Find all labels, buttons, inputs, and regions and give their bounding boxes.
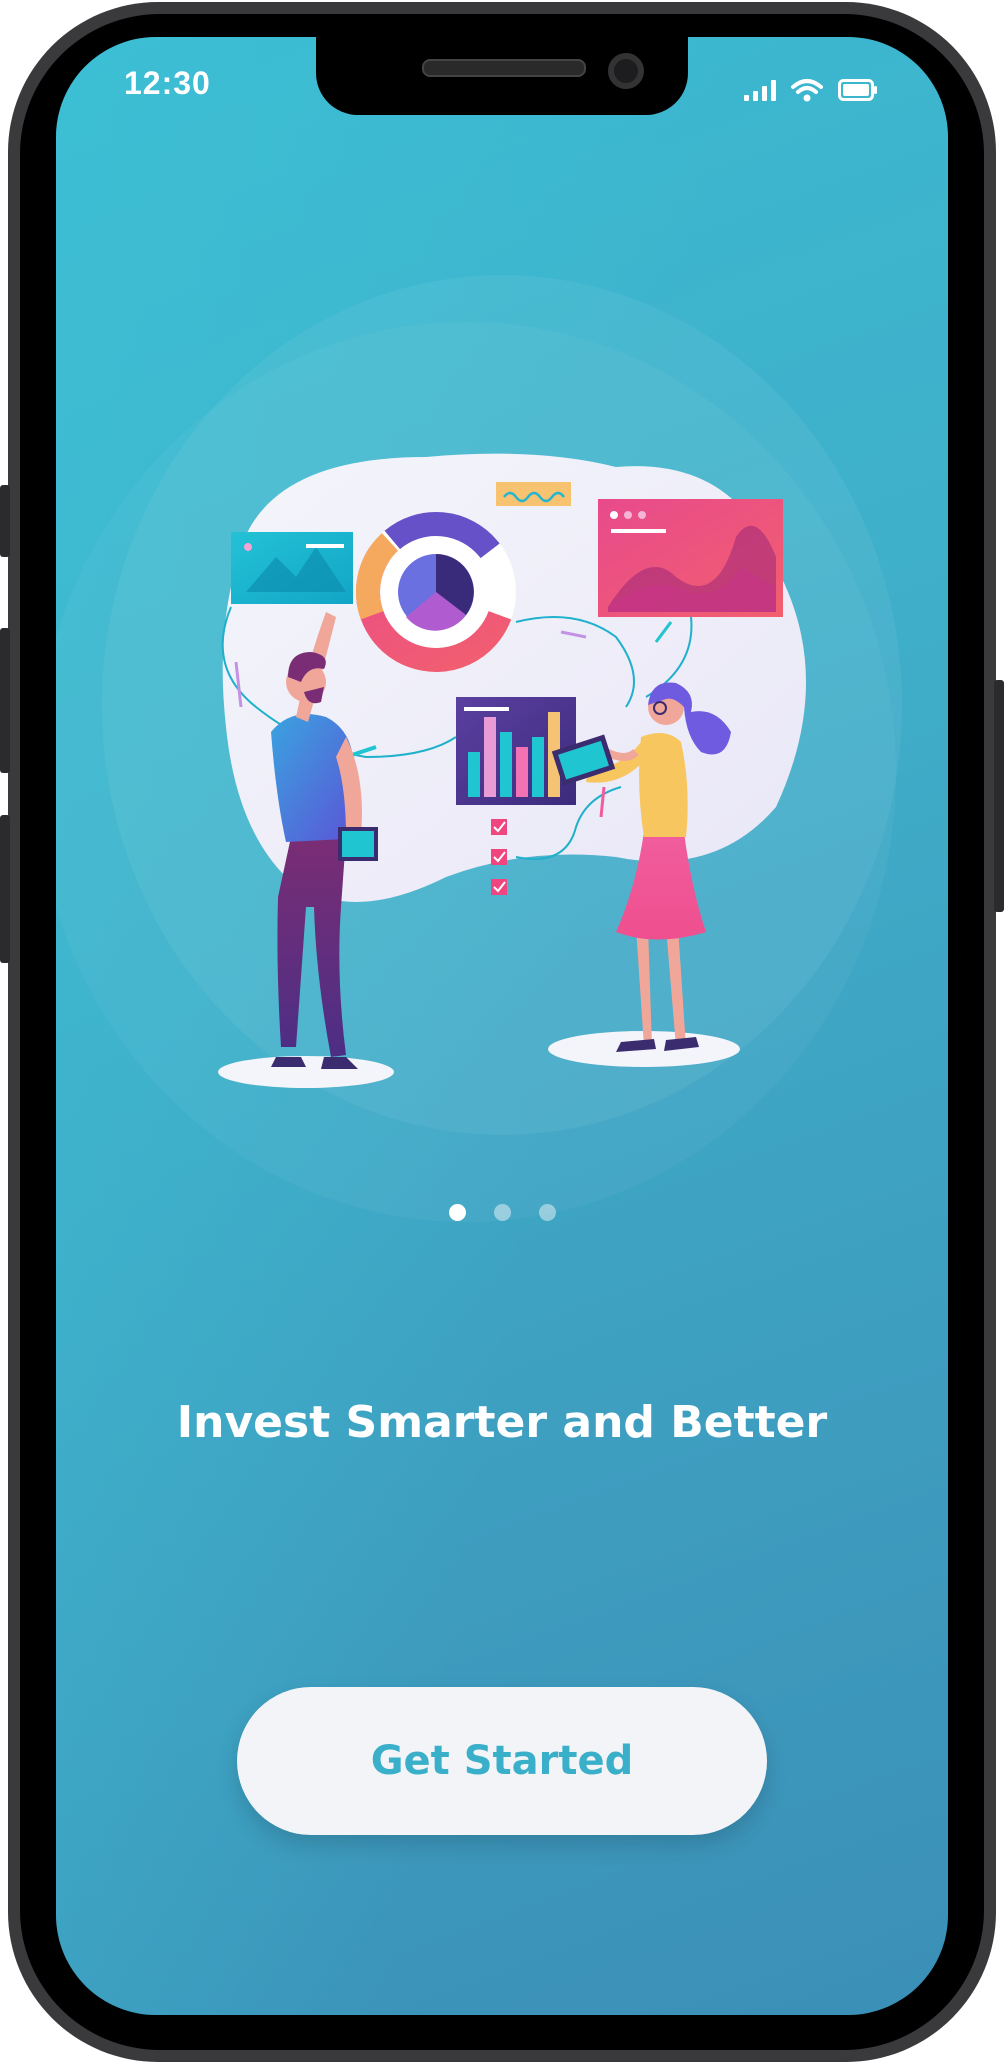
analytics-illustration bbox=[218, 453, 806, 1088]
front-camera bbox=[608, 53, 644, 89]
mute-switch bbox=[0, 485, 10, 557]
volume-down-button bbox=[0, 815, 10, 963]
volume-up-button bbox=[0, 628, 10, 773]
pagination-dots bbox=[56, 1204, 948, 1221]
status-time: 12:30 bbox=[124, 65, 211, 101]
onboarding-headline: Invest Smarter and Better bbox=[176, 1397, 828, 1448]
page-dot-1[interactable] bbox=[448, 1204, 466, 1221]
wifi-icon bbox=[791, 79, 823, 102]
signal-icon bbox=[744, 79, 776, 101]
page-dot-2[interactable] bbox=[493, 1204, 511, 1221]
power-button bbox=[994, 680, 1004, 912]
onboarding-screen: 12:30 Invest Smarter and Better Get Star… bbox=[56, 37, 948, 2015]
notch bbox=[316, 37, 688, 115]
status-icons bbox=[744, 77, 878, 103]
page-dot-3[interactable] bbox=[538, 1204, 556, 1221]
get-started-button[interactable]: Get Started bbox=[237, 1687, 767, 1835]
battery-icon bbox=[838, 79, 877, 101]
speaker-grille bbox=[422, 59, 586, 77]
